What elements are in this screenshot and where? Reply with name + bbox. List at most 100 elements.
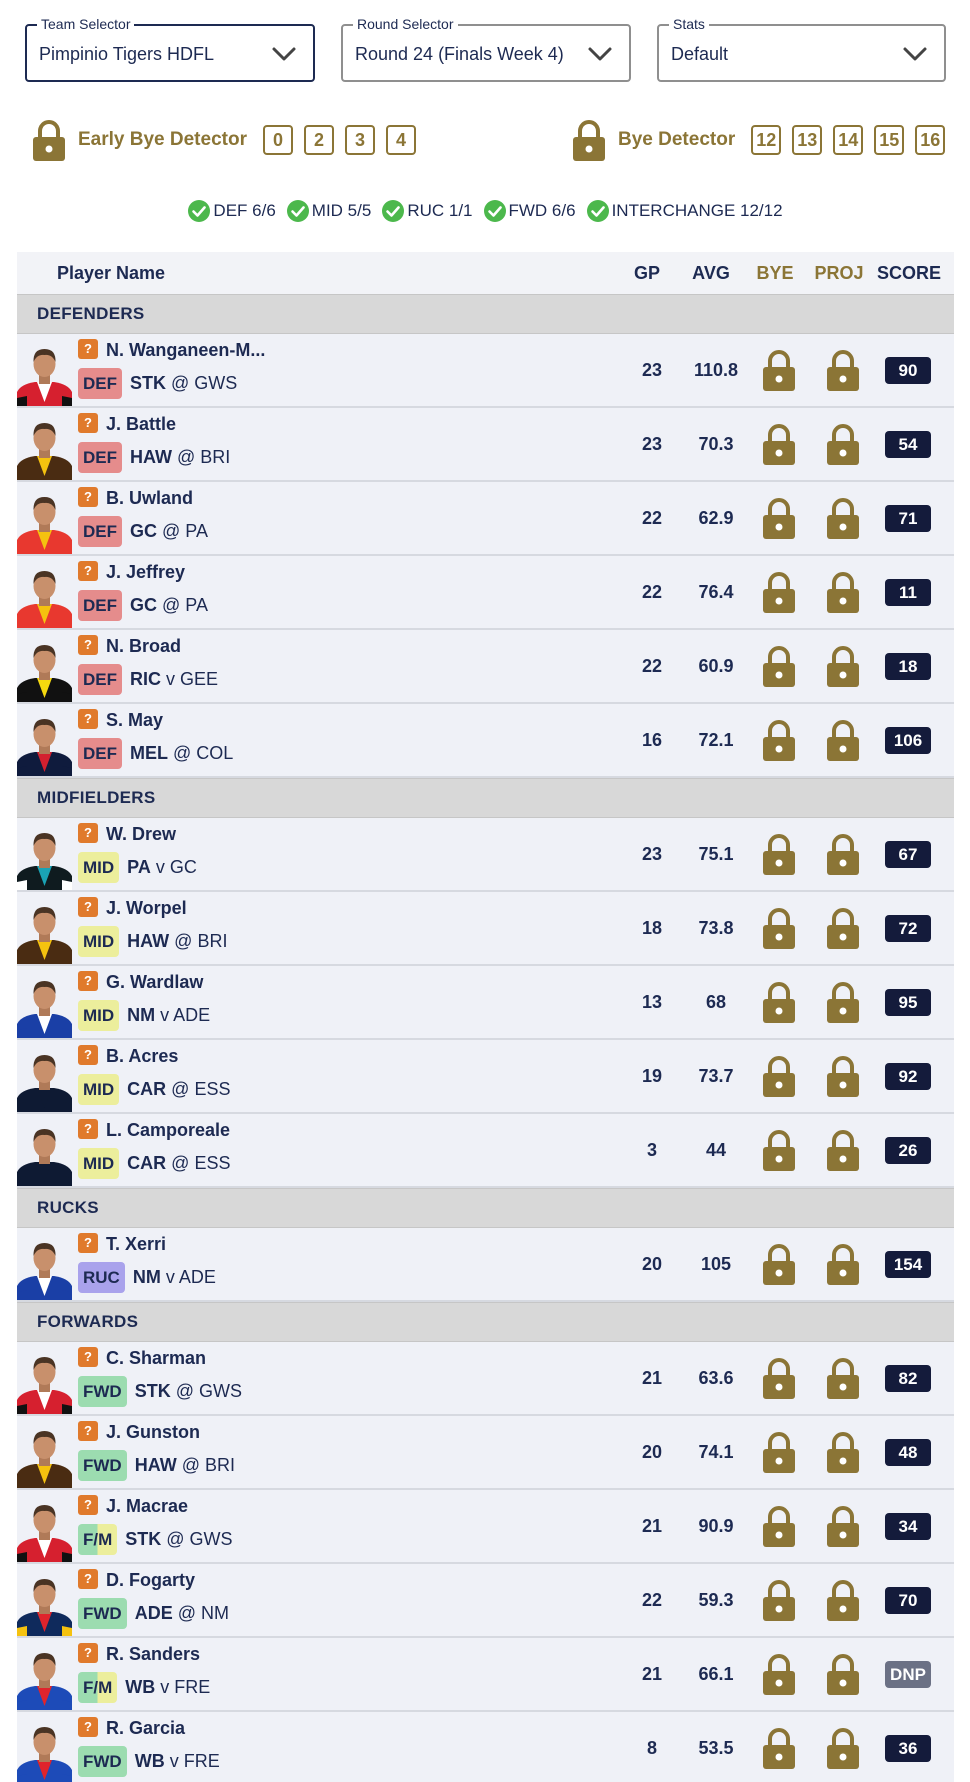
status-badge[interactable]: ? [78,1119,98,1139]
player-row[interactable]: ? J. Macrae F/M STK @ GWS 21 90.9 34 [17,1490,954,1564]
player-row[interactable]: ? W. Drew MID PA v GC 23 75.1 67 [17,818,954,892]
status-badge[interactable]: ? [78,339,98,359]
status-badge[interactable]: ? [78,487,98,507]
player-row[interactable]: ? R. Garcia FWD WB v FRE 8 53.5 36 [17,1712,954,1782]
early-bye-round-4[interactable]: 4 [385,125,416,155]
status-badge[interactable]: ? [78,897,98,917]
lock-icon [827,1056,859,1097]
games-played: 22 [641,1590,663,1610]
player-row[interactable]: ? N. Wanganeen-M... DEF STK @ GWS 23 110.8 90 [17,334,954,408]
player-row[interactable]: ? T. Xerri RUC NM v ADE 20 105 154 [17,1228,954,1302]
player-row[interactable]: ? J. Gunston FWD HAW @ BRI 20 74.1 48 [17,1416,954,1490]
team-code: HAW [130,447,172,467]
stats-selector[interactable]: Stats Default [657,15,946,82]
status-badge[interactable]: ? [78,1495,98,1515]
position-badge: FWD [78,1746,127,1777]
team-selector[interactable]: Team Selector Pimpinio Tigers HDFL [25,15,315,82]
header-bye[interactable]: BYE [745,252,805,294]
position-badge: MID [78,1074,120,1105]
player-photo-icon [17,349,72,406]
games-played: 23 [641,360,663,380]
player-name[interactable]: J. Macrae [106,1495,188,1517]
early-bye-round-0[interactable]: 0 [262,125,293,155]
status-badge[interactable]: ? [78,635,98,655]
games-played: 20 [641,1254,663,1274]
section-header: MIDFIELDERS [17,778,954,818]
score-badge: 95 [885,989,931,1016]
lock-icon [763,1728,795,1769]
matchup: NM v ADE [127,1000,210,1031]
player-name[interactable]: R. Garcia [106,1717,185,1739]
player-row[interactable]: ? D. Fogarty FWD ADE @ NM 22 59.3 70 [17,1564,954,1638]
player-row[interactable]: ? J. Worpel MID HAW @ BRI 18 73.8 72 [17,892,954,966]
player-name[interactable]: B. Uwland [106,487,193,509]
status-badge[interactable]: ? [78,1045,98,1065]
early-bye-round-2[interactable]: 2 [303,125,334,155]
status-badge[interactable]: ? [78,1347,98,1367]
team-code: ADE [134,1603,173,1623]
player-name[interactable]: J. Battle [106,413,176,435]
header-player-name[interactable]: Player Name [57,252,165,294]
player-row[interactable]: ? R. Sanders F/M WB v FRE 21 66.1 DNP [17,1638,954,1712]
player-row[interactable]: ? B. Uwland DEF GC @ PA 22 62.9 71 [17,482,954,556]
player-avatar [17,1234,72,1300]
average: 75.1 [698,844,734,864]
player-row[interactable]: ? J. Battle DEF HAW @ BRI 23 70.3 54 [17,408,954,482]
opponent: @ ESS [171,1153,231,1173]
bye-round-15[interactable]: 15 [874,125,905,155]
status-badge[interactable]: ? [78,971,98,991]
player-name[interactable]: L. Camporeale [106,1119,230,1141]
player-row[interactable]: ? C. Sharman FWD STK @ GWS 21 63.6 82 [17,1342,954,1416]
early-bye-round-3[interactable]: 3 [344,125,375,155]
player-avatar [17,1120,72,1186]
lock-icon [763,1580,795,1621]
bye-round-12[interactable]: 12 [751,125,782,155]
player-row[interactable]: ? B. Acres MID CAR @ ESS 19 73.7 92 [17,1040,954,1114]
bye-round-14[interactable]: 14 [833,125,864,155]
status-badge[interactable]: ? [78,1421,98,1441]
round-selector[interactable]: Round Selector Round 24 (Finals Week 4) [341,15,631,82]
player-name[interactable]: W. Drew [106,823,176,845]
player-name[interactable]: J. Worpel [106,897,187,919]
player-photo-icon [17,571,72,628]
team-code: STK [130,373,166,393]
bye-round-16[interactable]: 16 [915,125,946,155]
player-row[interactable]: ? J. Jeffrey DEF GC @ PA 22 76.4 11 [17,556,954,630]
player-name[interactable]: T. Xerri [106,1233,166,1255]
opponent: v ADE [165,1267,216,1287]
status-badge[interactable]: ? [78,561,98,581]
header-avg[interactable]: AVG [681,252,741,294]
player-name[interactable]: J. Gunston [106,1421,200,1443]
lock-icon[interactable] [32,118,66,162]
player-name[interactable]: N. Wanganeen-M... [106,339,265,361]
player-name[interactable]: D. Fogarty [106,1569,195,1591]
round-selector-label: Round Selector [353,15,458,33]
bye-round-13[interactable]: 13 [792,125,823,155]
opponent: v FRE [169,1751,220,1771]
status-badge[interactable]: ? [78,413,98,433]
score-badge: 18 [885,653,931,680]
status-badge[interactable]: ? [78,1643,98,1663]
player-name[interactable]: R. Sanders [106,1643,200,1665]
player-name[interactable]: J. Jeffrey [106,561,185,583]
lock-icon[interactable] [572,118,606,162]
player-name[interactable]: G. Wardlaw [106,971,203,993]
status-badge[interactable]: ? [78,709,98,729]
status-badge[interactable]: ? [78,1233,98,1253]
player-row[interactable]: ? L. Camporeale MID CAR @ ESS 3 44 26 [17,1114,954,1188]
status-badge[interactable]: ? [78,1569,98,1589]
player-row[interactable]: ? G. Wardlaw MID NM v ADE 13 68 95 [17,966,954,1040]
status-badge[interactable]: ? [78,823,98,843]
header-gp[interactable]: GP [617,252,677,294]
section-header: RUCKS [17,1188,954,1228]
header-score[interactable]: SCORE [869,252,949,294]
player-name[interactable]: N. Broad [106,635,181,657]
status-badge[interactable]: ? [78,1717,98,1737]
header-proj[interactable]: PROJ [809,252,869,294]
player-name[interactable]: S. May [106,709,163,731]
player-name[interactable]: B. Acres [106,1045,178,1067]
player-name[interactable]: C. Sharman [106,1347,206,1369]
player-row[interactable]: ? N. Broad DEF RIC v GEE 22 60.9 18 [17,630,954,704]
player-row[interactable]: ? S. May DEF MEL @ COL 16 72.1 106 [17,704,954,778]
lock-icon [763,720,795,761]
